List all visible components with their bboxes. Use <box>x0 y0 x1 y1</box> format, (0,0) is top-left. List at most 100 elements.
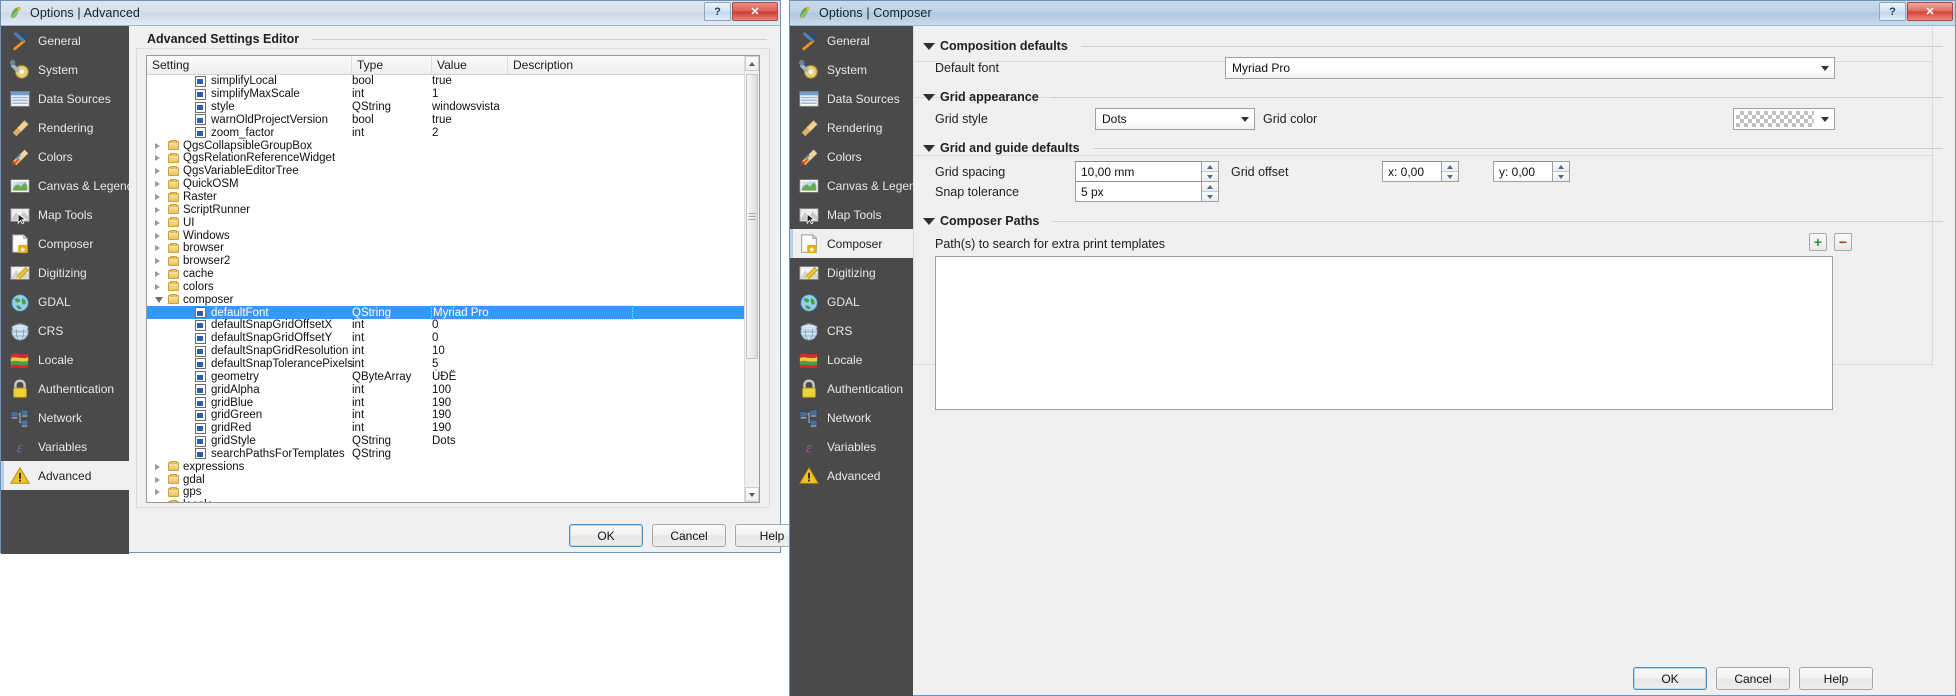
cancel-button[interactable]: Cancel <box>1716 667 1790 690</box>
sidebar-item-digitizing[interactable]: Digitizing <box>1 258 129 287</box>
setting-value[interactable]: 190 <box>432 422 451 435</box>
table-row[interactable]: UI <box>147 216 759 229</box>
table-row[interactable]: defaultSnapGridResolution int 10 <box>147 345 759 358</box>
tree-expander[interactable] <box>155 191 160 204</box>
tree-expander[interactable] <box>155 268 160 281</box>
spinner-up-button[interactable] <box>1553 162 1569 172</box>
sidebar-item-rendering[interactable]: Rendering <box>1 113 129 142</box>
tree-expander[interactable] <box>155 460 160 473</box>
sidebar-item-rendering[interactable]: Rendering <box>790 113 913 142</box>
right-window-titlebar[interactable]: Options | Composer ? ✕ <box>790 1 1955 26</box>
collapse-arrow-icon[interactable] <box>923 42 935 50</box>
tree-expander[interactable] <box>155 499 160 502</box>
table-row[interactable]: Windows <box>147 229 759 242</box>
setting-value[interactable]: Myriad Pro <box>431 305 633 321</box>
sidebar-item-composer[interactable]: Composer <box>790 229 913 258</box>
sidebar-item-crs[interactable]: CRS <box>1 316 129 345</box>
sidebar-item-crs[interactable]: CRS <box>790 316 913 345</box>
table-row[interactable]: warnOldProjectVersion bool true <box>147 114 759 127</box>
spinner-down-button[interactable] <box>1553 172 1569 181</box>
tree-expander[interactable] <box>155 473 160 486</box>
chevron-right-icon[interactable] <box>155 476 160 483</box>
tree-expander[interactable] <box>155 255 160 268</box>
table-row[interactable]: defaultSnapGridOffsetX int 0 <box>147 319 759 332</box>
help-button[interactable]: ? <box>1879 2 1906 21</box>
setting-value[interactable]: 190 <box>432 396 451 409</box>
table-row[interactable]: colors <box>147 281 759 294</box>
chevron-down-icon[interactable] <box>155 296 163 303</box>
table-row[interactable]: ScriptRunner <box>147 203 759 216</box>
table-row[interactable]: style QString windowsvista <box>147 101 759 114</box>
spinner-up-button[interactable] <box>1202 182 1218 192</box>
table-row[interactable]: cache <box>147 268 759 281</box>
setting-value[interactable]: 10 <box>432 345 445 358</box>
table-row[interactable]: locale <box>147 499 759 502</box>
sidebar-item-colors[interactable]: Colors <box>790 142 913 171</box>
collapse-arrow-icon[interactable] <box>923 93 935 101</box>
chevron-right-icon[interactable] <box>155 463 160 470</box>
tree-expander[interactable] <box>155 242 160 255</box>
sidebar-item-locale[interactable]: Locale <box>1 345 129 374</box>
default-font-combo[interactable]: Myriad Pro <box>1225 57 1835 79</box>
ok-button[interactable]: OK <box>569 524 643 547</box>
table-row[interactable]: defaultFont QString Myriad Pro <box>147 305 759 321</box>
setting-value[interactable]: 2 <box>432 126 438 139</box>
setting-value[interactable]: 100 <box>432 383 451 396</box>
chevron-right-icon[interactable] <box>155 245 160 252</box>
table-row[interactable]: gridStyle QString Dots <box>147 435 759 448</box>
spinner-down-button[interactable] <box>1442 172 1458 181</box>
close-button[interactable]: ✕ <box>732 2 778 21</box>
sidebar-item-map-tools[interactable]: Map Tools <box>790 200 913 229</box>
sidebar-item-colors[interactable]: Colors <box>1 142 129 171</box>
setting-value[interactable]: 1 <box>432 88 438 101</box>
chevron-down-icon[interactable] <box>1816 58 1834 78</box>
table-row[interactable]: gridGreen int 190 <box>147 409 759 422</box>
spinner-up-button[interactable] <box>1442 162 1458 172</box>
sidebar-item-gdal[interactable]: GDAL <box>1 287 129 316</box>
sidebar-item-locale[interactable]: Locale <box>790 345 913 374</box>
table-row[interactable]: Raster <box>147 191 759 204</box>
grid-offset-y-spinner[interactable]: y: 0,00 <box>1493 161 1570 182</box>
setting-value[interactable]: true <box>432 114 452 127</box>
sidebar-item-variables[interactable]: ε Variables <box>1 432 129 461</box>
column-header-description[interactable]: Description <box>508 56 746 74</box>
options-composer-window[interactable]: Options | Composer ? ✕ General System Data… <box>789 0 1956 696</box>
tree-expander[interactable] <box>155 486 160 499</box>
sidebar-item-gdal[interactable]: GDAL <box>790 287 913 316</box>
setting-value[interactable]: windowsvista <box>432 101 500 114</box>
tree-expander[interactable] <box>155 178 160 191</box>
add-path-button[interactable]: + <box>1809 233 1827 251</box>
column-header-setting[interactable]: Setting <box>147 56 352 74</box>
chevron-right-icon[interactable] <box>155 283 160 290</box>
spinner-buttons[interactable] <box>1202 181 1219 202</box>
sidebar-item-system[interactable]: System <box>1 55 129 84</box>
chevron-right-icon[interactable] <box>155 181 160 188</box>
spinner-buttons[interactable] <box>1553 161 1570 182</box>
sidebar-item-composer[interactable]: Composer <box>1 229 129 258</box>
setting-value[interactable]: true <box>432 75 452 88</box>
table-row[interactable]: gridBlue int 190 <box>147 396 759 409</box>
sidebar-item-authentication[interactable]: Authentication <box>790 374 913 403</box>
sidebar-item-canvas-legend[interactable]: Canvas & Legend <box>790 171 913 200</box>
close-button[interactable]: ✕ <box>1907 2 1953 21</box>
sidebar-item-canvas-legend[interactable]: Canvas & Legend <box>1 171 129 200</box>
chevron-down-icon[interactable] <box>1816 109 1834 129</box>
scrollbar-thumb[interactable] <box>746 74 758 359</box>
chevron-right-icon[interactable] <box>155 142 160 149</box>
sidebar-item-network[interactable]: Network <box>790 403 913 432</box>
table-row[interactable]: expressions <box>147 460 759 473</box>
left-window-controls[interactable]: ? ✕ <box>703 2 778 21</box>
tree-expander[interactable] <box>155 165 160 178</box>
column-header-type[interactable]: Type <box>352 56 432 74</box>
scroll-up-button[interactable] <box>745 56 759 71</box>
grid-offset-x-value[interactable]: x: 0,00 <box>1382 161 1442 182</box>
table-row[interactable]: zoom_factor int 2 <box>147 126 759 139</box>
column-header-value[interactable]: Value <box>432 56 508 74</box>
table-row[interactable]: composer <box>147 293 759 306</box>
grid-spacing-value[interactable]: 10,00 mm <box>1075 161 1202 182</box>
table-row[interactable]: gps <box>147 486 759 499</box>
table-row[interactable]: gridRed int 190 <box>147 422 759 435</box>
table-row[interactable]: simplifyLocal bool true <box>147 75 759 88</box>
table-row[interactable]: gridAlpha int 100 <box>147 383 759 396</box>
sidebar-item-advanced[interactable]: Advanced <box>1 461 129 490</box>
